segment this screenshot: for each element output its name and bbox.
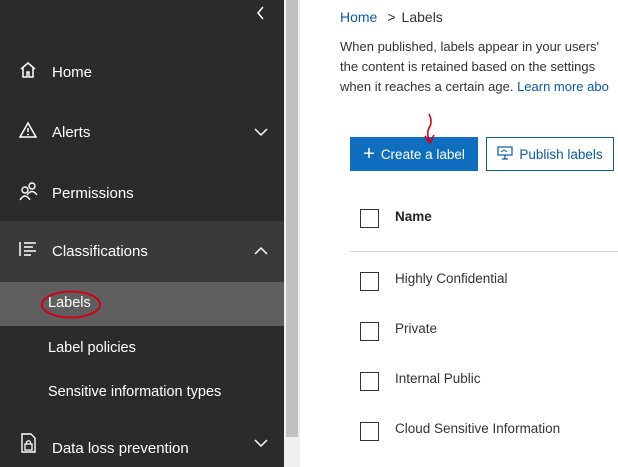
select-all-checkbox[interactable] [360,209,379,228]
nav-alerts-label: Alerts [52,123,91,141]
column-header-name[interactable]: Name [395,209,432,224]
header-divider [350,251,618,252]
home-icon [18,60,40,82]
sidebar: Home Alerts Permissions Classifications … [0,0,284,467]
chevron-down-icon[interactable] [253,435,269,451]
lock-doc-icon [18,432,40,454]
description-line-3: when it reaches a certain age. Learn mor… [340,77,618,97]
chevron-up-icon[interactable] [253,243,269,259]
main-content: Home > Labels When published, labels appea… [300,0,618,467]
sidebar-item-sensitive-info-types[interactable]: Sensitive information types [0,371,284,415]
annotation-circle [41,290,101,319]
sidebar-item-labels[interactable]: Labels [0,282,284,326]
publish-labels-text: Publish labels [519,146,603,162]
people-icon [18,181,40,203]
row-checkbox[interactable] [360,372,379,391]
sidebar-item-label-policies[interactable]: Label policies [0,327,284,371]
row-name[interactable]: Private [395,321,437,336]
table-row[interactable]: Private [350,312,618,352]
create-label-button[interactable]: + Create a label [350,137,478,171]
alert-icon [18,120,40,142]
sidebar-item-label-policies-label: Label policies [48,340,136,356]
nav-alerts[interactable]: Alerts [0,107,284,157]
breadcrumb-current: Labels [401,9,443,25]
row-checkbox[interactable] [360,422,379,441]
chevron-down-icon[interactable] [253,124,269,140]
nav-home[interactable]: Home [0,47,284,97]
row-name[interactable]: Highly Confidential [395,271,508,286]
row-checkbox[interactable] [360,322,379,341]
nav-permissions-label: Permissions [52,184,134,202]
description-line-3-text: when it reaches a certain age. [340,79,514,94]
create-label-text: Create a label [380,146,465,162]
table-row[interactable]: Highly Confidential [350,262,618,302]
nav-permissions[interactable]: Permissions [0,168,284,218]
table-header-row: Name [350,198,618,238]
row-checkbox[interactable] [360,272,379,291]
nav-data-loss-prevention-label: Data loss prevention [52,440,189,457]
learn-more-link[interactable]: Learn more abo [517,79,609,94]
description-line-1: When published, labels appear in your us… [340,39,600,54]
breadcrumb-home-link[interactable]: Home [340,9,377,25]
publish-labels-button[interactable]: Publish labels [486,137,614,171]
page-description: When published, labels appear in your us… [340,37,618,97]
nav-home-label: Home [52,63,93,81]
list-icon [18,239,40,261]
nav-classifications-label: Classifications [52,243,148,260]
nav-data-loss-prevention[interactable]: Data loss prevention [0,415,284,467]
table-row[interactable]: Internal Public [350,362,618,402]
breadcrumb-separator: > [387,9,396,25]
sidebar-item-sensitive-info-types-label: Sensitive information types [48,384,222,400]
row-name[interactable]: Cloud Sensitive Information [395,421,560,436]
nav-classifications[interactable]: Classifications [0,221,284,282]
breadcrumb: Home > Labels [340,9,443,25]
description-line-2: the content is retained based on the set… [340,59,596,74]
collapse-sidebar-icon[interactable] [252,4,270,22]
annotation-arrow [424,113,435,145]
row-name[interactable]: Internal Public [395,371,481,386]
publish-icon [497,145,513,163]
sidebar-scrollbar-thumb[interactable] [286,0,298,437]
plus-icon: + [363,143,375,165]
table-row[interactable]: Cloud Sensitive Information [350,412,618,452]
